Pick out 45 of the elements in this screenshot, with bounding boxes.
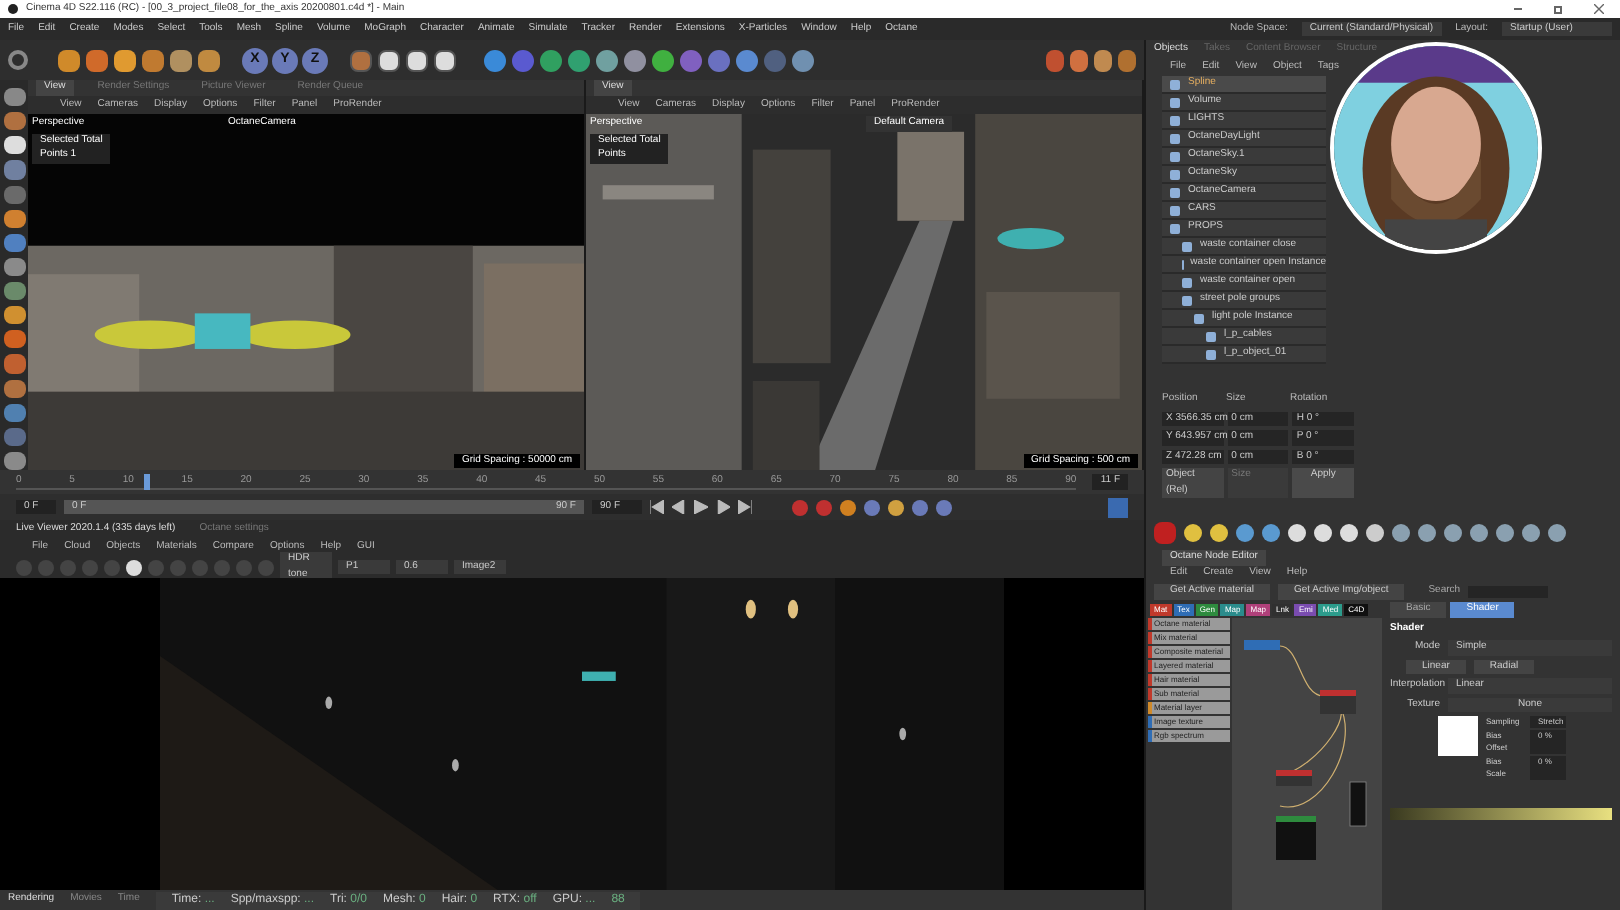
tool-icon[interactable] (58, 49, 80, 71)
tool-icon[interactable] (114, 49, 136, 71)
key-icon[interactable] (792, 499, 808, 515)
object-tool-icon[interactable] (540, 49, 562, 71)
tool-icon[interactable] (198, 49, 220, 71)
key-icon[interactable] (912, 499, 928, 515)
mode-icon[interactable] (3, 136, 25, 155)
close-icon[interactable] (1594, 4, 1604, 14)
gradient-bar[interactable] (1390, 808, 1612, 820)
tool-icon[interactable] (142, 49, 164, 71)
texture-preview (1438, 716, 1478, 756)
tool-icon[interactable] (170, 49, 192, 71)
playback-icon[interactable] (738, 500, 752, 514)
tool-icon[interactable] (1070, 49, 1088, 71)
key-icon[interactable] (840, 499, 856, 515)
render-icon[interactable] (434, 49, 456, 71)
key-icon[interactable] (816, 499, 832, 515)
render-icon[interactable] (378, 49, 400, 71)
tool-icon[interactable] (1046, 49, 1064, 71)
app-icon (8, 4, 18, 14)
tool-icon[interactable] (1094, 49, 1112, 71)
object-tool-icon[interactable] (568, 49, 590, 71)
key-icon[interactable] (888, 499, 904, 515)
object-tool-icon[interactable] (652, 49, 674, 71)
mode-icon[interactable] (3, 209, 25, 228)
object-tool-icon[interactable] (596, 49, 618, 71)
key-icon[interactable] (864, 499, 880, 515)
object-tool-icon[interactable] (484, 49, 506, 71)
object-tool-icon[interactable] (680, 49, 702, 71)
undo-icon[interactable] (8, 50, 28, 70)
object-tool-icon[interactable] (764, 49, 786, 71)
tool-icon[interactable] (1118, 49, 1136, 71)
object-tool-icon[interactable] (736, 49, 758, 71)
playhead[interactable] (143, 473, 150, 490)
object-tool-icon[interactable] (708, 49, 730, 71)
tool-icon[interactable] (86, 49, 108, 71)
cursor-icon[interactable] (1108, 497, 1128, 517)
key-icon[interactable] (936, 499, 952, 515)
maximize-icon[interactable] (1554, 5, 1562, 13)
object-tool-icon[interactable] (792, 49, 814, 71)
render-icon[interactable] (406, 49, 428, 71)
playback-icon[interactable] (650, 500, 664, 514)
mode-icon[interactable] (3, 306, 25, 325)
object-tool-icon[interactable] (624, 49, 646, 71)
object-tool-icon[interactable] (512, 49, 534, 71)
